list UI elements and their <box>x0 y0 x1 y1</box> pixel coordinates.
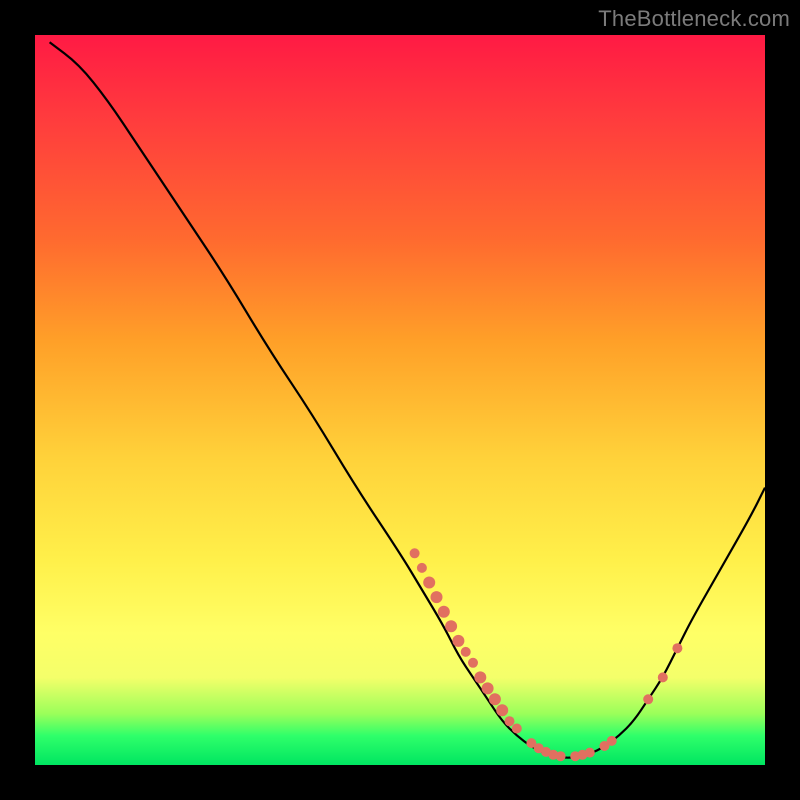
curve-dot <box>496 704 508 716</box>
curve-dot <box>423 577 435 589</box>
curve-dots <box>410 548 683 761</box>
curve-dot <box>461 647 471 657</box>
curve-dot <box>482 682 494 694</box>
curve-dot <box>556 751 566 761</box>
curve-dot <box>585 748 595 758</box>
curve-dot <box>658 672 668 682</box>
curve-dot <box>672 643 682 653</box>
curve-dot <box>468 658 478 668</box>
curve-dot <box>512 724 522 734</box>
curve-dot <box>643 694 653 704</box>
chart-svg <box>35 35 765 765</box>
curve-dot <box>410 548 420 558</box>
bottleneck-curve <box>50 42 765 757</box>
watermark-text: TheBottleneck.com <box>598 6 790 32</box>
curve-dot <box>505 716 515 726</box>
curve-dot <box>438 606 450 618</box>
curve-dot <box>489 693 501 705</box>
curve-dot <box>417 563 427 573</box>
curve-dot <box>431 591 443 603</box>
curve-dot <box>445 620 457 632</box>
curve-dot <box>607 736 617 746</box>
curve-dot <box>474 671 486 683</box>
chart-plot-area <box>35 35 765 765</box>
curve-dot <box>452 635 464 647</box>
chart-frame: TheBottleneck.com <box>0 0 800 800</box>
